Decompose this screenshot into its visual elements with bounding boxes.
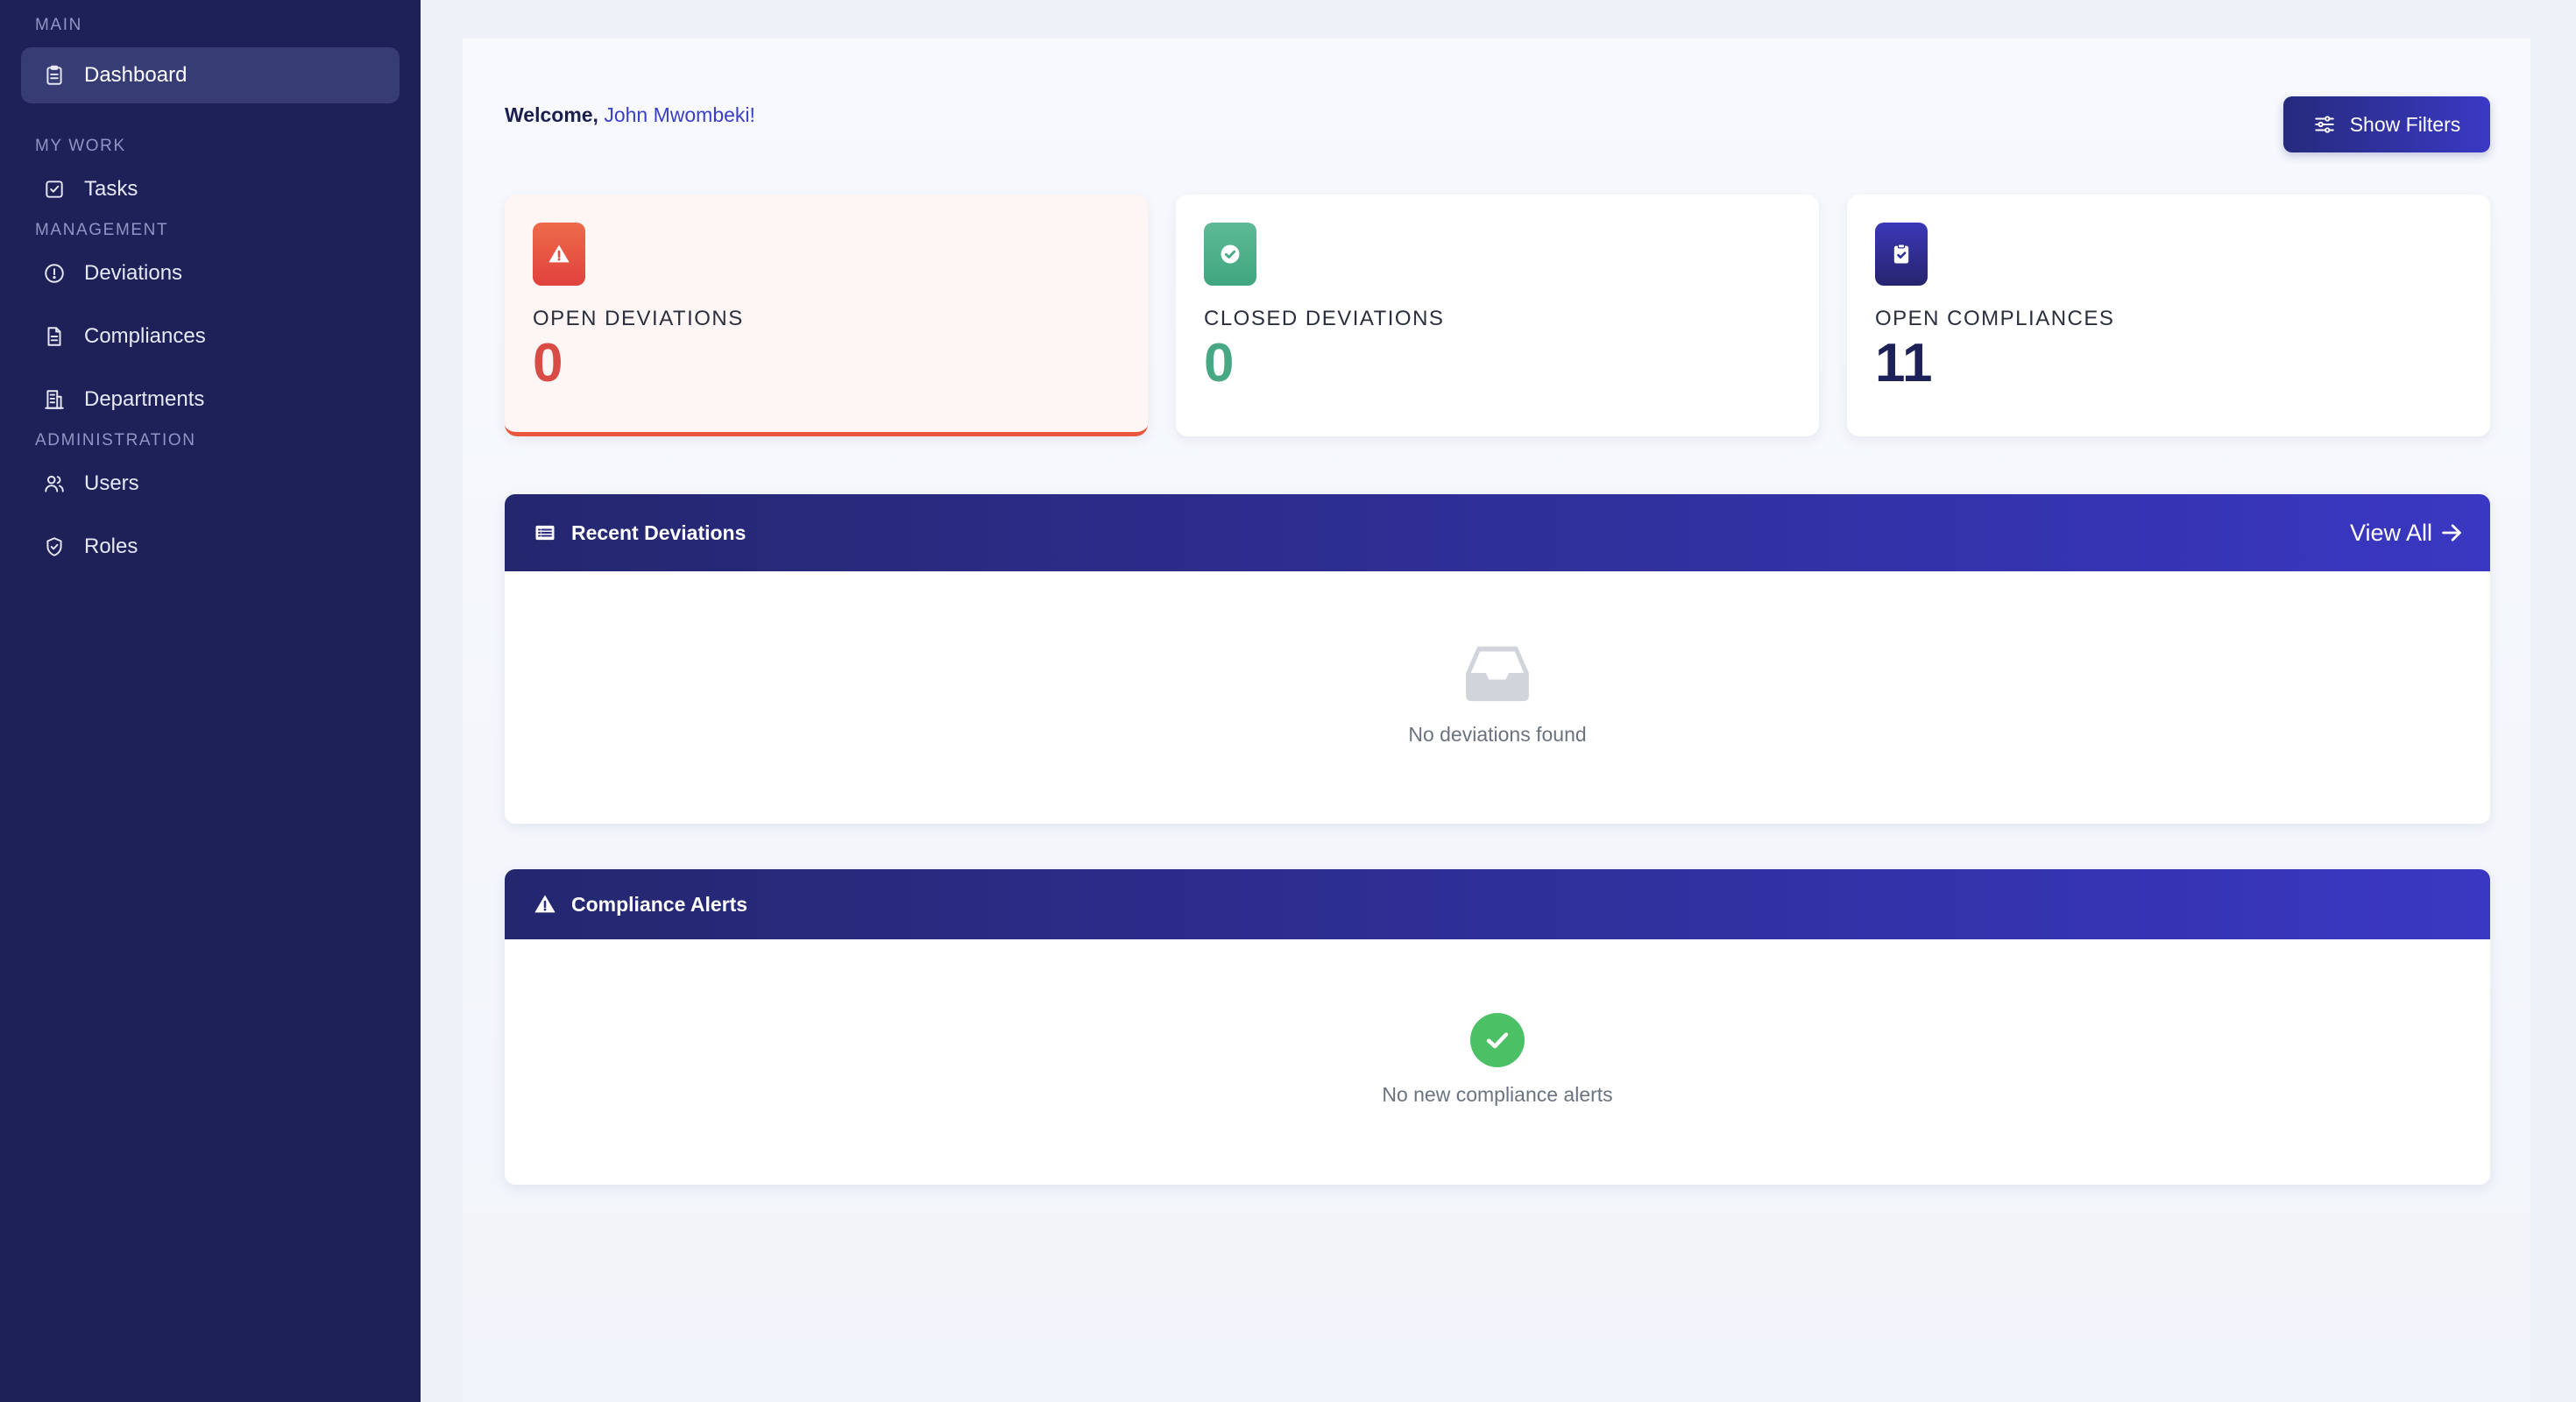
- empty-state-text: No new compliance alerts: [1382, 1083, 1613, 1106]
- sidebar-item-label: Dashboard: [84, 63, 188, 87]
- sidebar-item-label: Users: [84, 471, 139, 495]
- sidebar: MAIN Dashboard MY WORK Tasks MANAGEMENT …: [0, 0, 421, 1402]
- arrow-right-icon: [2432, 520, 2464, 545]
- sidebar-section-my-work: MY WORK: [35, 137, 126, 155]
- list-icon: [533, 520, 571, 545]
- stat-label: OPEN DEVIATIONS: [533, 307, 744, 330]
- main-content: Welcome, John Mwombeki! Show Filters OPE…: [463, 39, 2530, 1402]
- sidebar-item-departments[interactable]: Departments: [21, 372, 400, 428]
- sidebar-item-dashboard[interactable]: Dashboard: [21, 47, 400, 103]
- sidebar-item-label: Roles: [84, 535, 138, 558]
- welcome-prefix: Welcome,: [505, 103, 598, 126]
- view-all-link[interactable]: View All: [2350, 520, 2464, 547]
- document-icon: [42, 324, 67, 349]
- users-icon: [42, 471, 67, 496]
- sidebar-item-label: Deviations: [84, 261, 183, 285]
- panel-title: Recent Deviations: [571, 520, 747, 544]
- sidebar-item-deviations[interactable]: Deviations: [21, 245, 400, 301]
- stat-label: CLOSED DEVIATIONS: [1204, 307, 1445, 330]
- check-circle-icon: [1470, 1013, 1525, 1067]
- stat-value: 11: [1875, 333, 1933, 393]
- recent-deviations-header: Recent Deviations View All: [505, 494, 2490, 571]
- view-all-label: View All: [2349, 519, 2432, 546]
- check-badge-icon: [1204, 223, 1256, 286]
- panel-title: Compliance Alerts: [571, 892, 748, 916]
- clipboard-check-icon: [1875, 223, 1928, 286]
- stat-value: 0: [533, 333, 563, 393]
- show-filters-label: Show Filters: [2349, 112, 2461, 136]
- building-icon: [42, 387, 67, 412]
- warning-icon: [533, 223, 585, 286]
- inbox-icon: [1464, 643, 1531, 707]
- sliders-icon: [2313, 113, 2350, 136]
- shield-icon: [42, 535, 67, 559]
- welcome-message: Welcome, John Mwombeki!: [505, 103, 755, 127]
- user-name: John Mwombeki!: [604, 103, 755, 126]
- stat-card-closed-deviations[interactable]: CLOSED DEVIATIONS 0: [1176, 195, 1819, 436]
- sidebar-section-main: MAIN: [35, 16, 82, 34]
- sidebar-section-administration: ADMINISTRATION: [35, 431, 196, 450]
- sidebar-item-roles[interactable]: Roles: [21, 519, 400, 575]
- stat-card-open-compliances[interactable]: OPEN COMPLIANCES 11: [1847, 195, 2490, 436]
- show-filters-button[interactable]: Show Filters: [2283, 96, 2490, 152]
- sidebar-item-label: Compliances: [84, 324, 206, 348]
- empty-state: No new compliance alerts: [505, 939, 2490, 1107]
- alert-circle-icon: [42, 261, 67, 286]
- stat-card-open-deviations[interactable]: OPEN DEVIATIONS 0: [505, 195, 1148, 436]
- clipboard-icon: [42, 63, 67, 88]
- compliance-alerts-panel: Compliance Alerts No new compliance aler…: [505, 869, 2490, 1185]
- stat-label: OPEN COMPLIANCES: [1875, 307, 2115, 330]
- stat-value: 0: [1204, 333, 1235, 393]
- stat-cards: OPEN DEVIATIONS 0 CLOSED DEVIATIONS 0 OP…: [505, 195, 2490, 436]
- sidebar-item-users[interactable]: Users: [21, 456, 400, 512]
- checkbox-icon: [42, 177, 67, 202]
- sidebar-item-label: Departments: [84, 387, 205, 411]
- sidebar-item-label: Tasks: [84, 177, 138, 201]
- warning-icon: [533, 892, 571, 917]
- sidebar-item-tasks[interactable]: Tasks: [21, 161, 400, 217]
- empty-state-text: No deviations found: [1408, 723, 1587, 746]
- compliance-alerts-header: Compliance Alerts: [505, 869, 2490, 939]
- sidebar-section-management: MANAGEMENT: [35, 221, 169, 239]
- sidebar-item-compliances[interactable]: Compliances: [21, 308, 400, 365]
- recent-deviations-panel: Recent Deviations View All No deviations…: [505, 494, 2490, 824]
- empty-state: No deviations found: [505, 571, 2490, 747]
